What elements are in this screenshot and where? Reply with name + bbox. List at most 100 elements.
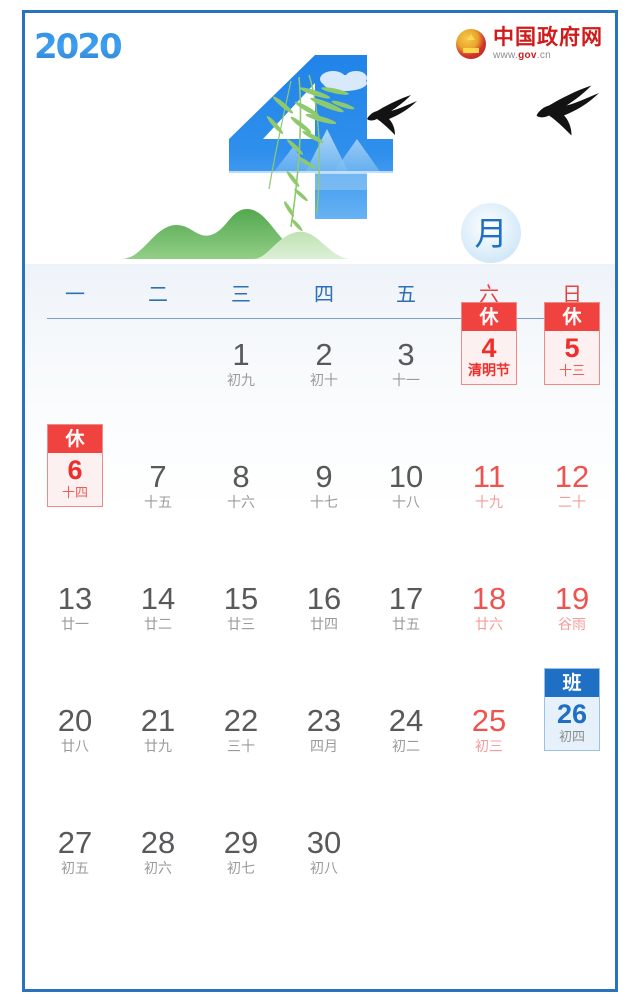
- day-number: 20: [57, 703, 93, 738]
- day-cell-15[interactable]: 15 廿三: [200, 582, 283, 635]
- day-cell-28[interactable]: 28 初六: [117, 826, 200, 879]
- day-cell-21[interactable]: 21 廿九: [117, 704, 200, 757]
- lunar-date-label: 十四: [61, 486, 88, 501]
- lunar-date-label: 初二: [392, 739, 420, 755]
- day-number: 27: [57, 825, 93, 860]
- day-number: 21: [140, 703, 176, 738]
- swallow-icon: [367, 95, 417, 135]
- day-cell-23[interactable]: 23 四月: [283, 704, 366, 757]
- day-number: 26: [556, 699, 588, 729]
- day-number: 5: [564, 333, 580, 363]
- lunar-date-label: 初十: [310, 373, 338, 389]
- day-cell-11[interactable]: 11 十九: [448, 460, 531, 513]
- day-cell-27[interactable]: 27 初五: [34, 826, 117, 879]
- day-cell-inner: 26 初四: [545, 697, 599, 750]
- lunar-date-label: 初九: [227, 373, 255, 389]
- day-cell-inner: 6 十四: [48, 453, 102, 506]
- lunar-date-label: 廿八: [61, 739, 89, 755]
- day-number: 13: [57, 581, 93, 616]
- day-number: 30: [306, 825, 342, 860]
- day-number: 19: [554, 581, 590, 616]
- lunar-date-label: 十八: [392, 495, 420, 511]
- day-cell-29[interactable]: 29 初七: [200, 826, 283, 879]
- day-cell-22[interactable]: 22 三十: [200, 704, 283, 757]
- lunar-date-label: 廿三: [227, 617, 255, 633]
- day-cell-box: 班 26 初四: [544, 668, 600, 751]
- lunar-date-label: 谷雨: [558, 617, 586, 633]
- lunar-date-label: 十七: [310, 495, 338, 511]
- rest-day-badge: 休: [48, 425, 102, 453]
- day-number: 24: [388, 703, 424, 738]
- day-number: 22: [223, 703, 259, 738]
- day-number: 6: [67, 455, 83, 485]
- day-cell-8[interactable]: 8 十六: [200, 460, 283, 513]
- lunar-date-label: 廿六: [475, 617, 503, 633]
- day-cell-24[interactable]: 24 初二: [365, 704, 448, 757]
- weekday-label-5: 五: [396, 282, 416, 306]
- day-cell-17[interactable]: 17 廿五: [365, 582, 448, 635]
- gov-url-suffix: .cn: [536, 50, 552, 61]
- gov-logo-title: 中国政府网: [493, 25, 603, 49]
- day-cell-9[interactable]: 9 十七: [283, 460, 366, 513]
- day-cell-30[interactable]: 30 初八: [283, 826, 366, 879]
- lunar-date-label: 十六: [227, 495, 255, 511]
- lunar-date-label: 廿二: [144, 617, 172, 633]
- day-number: 3: [397, 337, 415, 372]
- day-number: 17: [388, 581, 424, 616]
- day-number: 7: [149, 459, 167, 494]
- lunar-date-label: 初六: [144, 861, 172, 877]
- lunar-date-label: 十九: [475, 495, 503, 511]
- day-cell-inner: 5 十三: [545, 331, 599, 384]
- day-number: 11: [472, 459, 506, 494]
- lunar-date-label: 初四: [558, 730, 585, 745]
- day-cell-26[interactable]: 班 26 初四: [544, 668, 600, 751]
- day-cell-14[interactable]: 14 廿二: [117, 582, 200, 635]
- lunar-date-label: 十一: [392, 373, 420, 389]
- day-cell-16[interactable]: 16 廿四: [283, 582, 366, 635]
- day-number: 9: [315, 459, 333, 494]
- national-emblem-icon: [456, 29, 486, 59]
- day-cell-12[interactable]: 12 二十: [531, 460, 614, 513]
- swallow-icon-2: [536, 85, 599, 136]
- lunar-date-label: 二十: [558, 495, 586, 511]
- day-number: 1: [232, 337, 250, 372]
- lunar-date-label: 廿四: [310, 617, 338, 633]
- gov-logo-url: www.gov.cn: [493, 51, 603, 61]
- weekday-label-4: 四: [314, 282, 334, 306]
- day-cell-5[interactable]: 休 5 十三: [544, 302, 600, 385]
- day-number: 23: [306, 703, 342, 738]
- year-logo: 2020: [34, 27, 123, 67]
- lunar-date-label: 三十: [227, 739, 255, 755]
- work-day-badge: 班: [545, 669, 599, 697]
- gov-logo[interactable]: 中国政府网 www.gov.cn: [456, 27, 603, 61]
- day-number: 8: [232, 459, 250, 494]
- gov-logo-text: 中国政府网 www.gov.cn: [493, 27, 603, 61]
- day-cell-box: 休 5 十三: [544, 302, 600, 385]
- day-cell-2[interactable]: 2 初十: [283, 338, 366, 391]
- day-number: 14: [140, 581, 176, 616]
- day-cell-4[interactable]: 休 4 清明节: [461, 302, 517, 385]
- calendar-frame: 2020 中国政府网 www.gov.cn 月 一二三四五六日 1 初九 2 初十 3 十…: [22, 10, 618, 992]
- day-cell-inner: 4 清明节: [462, 331, 516, 384]
- lunar-date-label: 十五: [144, 495, 172, 511]
- day-cell-19[interactable]: 19 谷雨: [531, 582, 614, 635]
- lunar-date-label: 廿五: [392, 617, 420, 633]
- lunar-date-label: 初八: [310, 861, 338, 877]
- calendar-header: 2020 中国政府网 www.gov.cn 月: [25, 13, 615, 264]
- calendar-body: 一二三四五六日 1 初九 2 初十 3 十一休 4 清明节休 5 十三休 6 十四 7 十五 8 十六 9 十七 1…: [25, 264, 615, 989]
- month-badge-label: 月: [474, 213, 508, 253]
- day-cell-25[interactable]: 25 初三: [448, 704, 531, 757]
- day-cell-20[interactable]: 20 廿八: [34, 704, 117, 757]
- day-number: 28: [140, 825, 176, 860]
- day-cell-7[interactable]: 7 十五: [117, 460, 200, 513]
- rest-day-badge: 休: [545, 303, 599, 331]
- day-cell-3[interactable]: 3 十一: [365, 338, 448, 391]
- day-cell-1[interactable]: 1 初九: [200, 338, 283, 391]
- day-cell-6[interactable]: 休 6 十四: [47, 424, 103, 507]
- day-cell-18[interactable]: 18 廿六: [448, 582, 531, 635]
- day-cell-13[interactable]: 13 廿一: [34, 582, 117, 635]
- day-number: 12: [554, 459, 590, 494]
- day-cell-10[interactable]: 10 十八: [365, 460, 448, 513]
- festival-label: 清明节: [468, 363, 510, 379]
- day-number: 15: [223, 581, 259, 616]
